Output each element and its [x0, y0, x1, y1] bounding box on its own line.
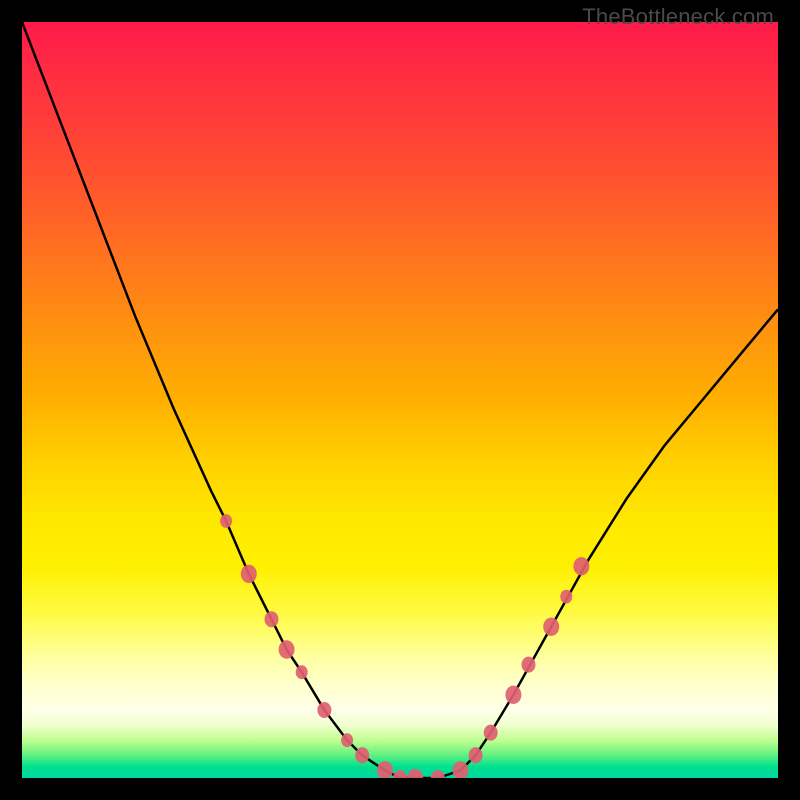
watermark-text: TheBottleneck.com [582, 4, 774, 30]
data-marker [505, 686, 521, 704]
data-marker [241, 565, 257, 583]
bottleneck-curve-svg [22, 22, 778, 778]
plot-area [22, 22, 778, 778]
data-marker [484, 725, 498, 741]
data-marker [543, 618, 559, 636]
data-marker [296, 665, 308, 679]
data-marker [573, 557, 589, 575]
data-marker [407, 769, 423, 778]
data-marker [220, 514, 232, 528]
data-marker [393, 770, 407, 778]
data-marker [265, 611, 279, 627]
chart-frame: TheBottleneck.com [0, 0, 800, 800]
data-marker [431, 770, 445, 778]
data-marker [279, 640, 295, 658]
data-marker [355, 747, 369, 763]
data-marker [377, 761, 393, 778]
data-marker [341, 733, 353, 747]
data-marker [317, 702, 331, 718]
data-marker [522, 657, 536, 673]
data-marker [560, 590, 572, 604]
data-marker [469, 747, 483, 763]
bottleneck-curve [22, 22, 778, 778]
